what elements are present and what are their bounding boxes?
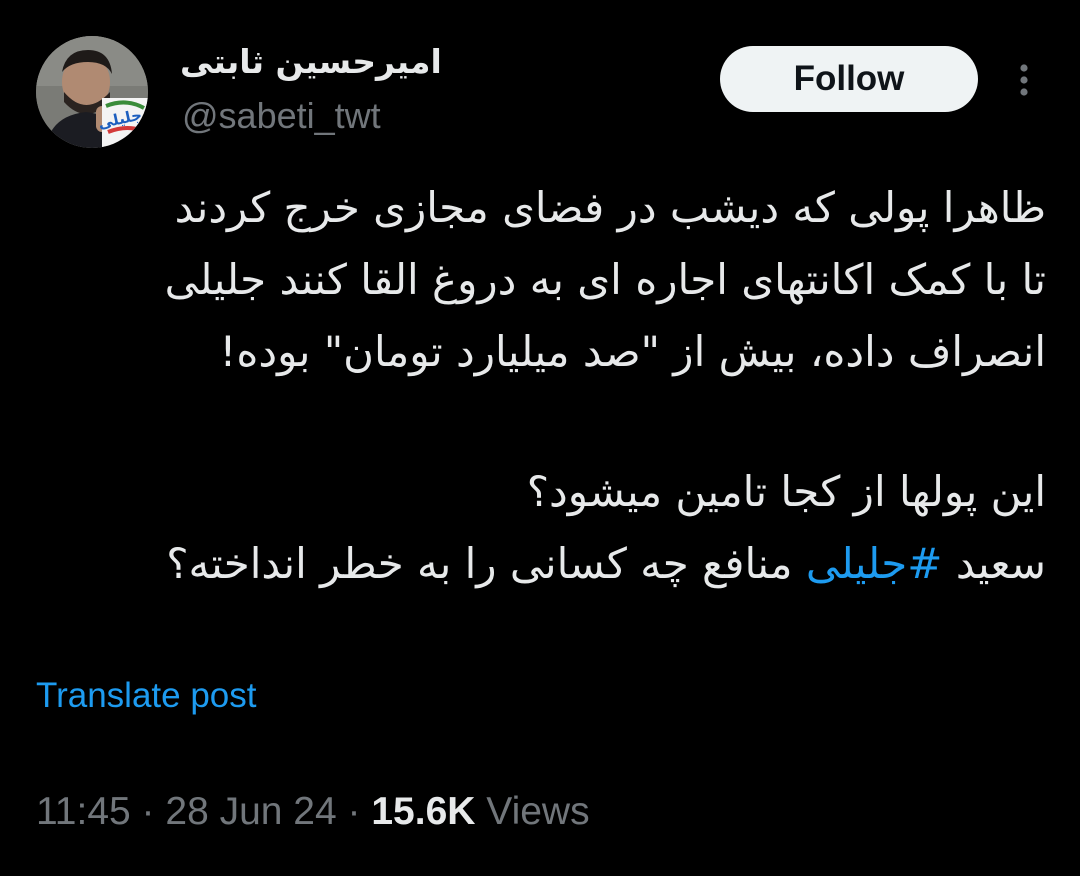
more-vertical-icon xyxy=(1020,64,1028,96)
views-count[interactable]: 15.6K xyxy=(371,790,475,833)
tweet-date[interactable]: 28 Jun 24 xyxy=(165,790,336,833)
more-options-button[interactable] xyxy=(1004,56,1044,104)
author-display-name[interactable]: امیرحسین ثابتی xyxy=(180,40,480,84)
tweet-line: انصراف داده، بیش از "صد میلیارد تومان" ب… xyxy=(219,327,1046,376)
tweet-time[interactable]: 11:45 xyxy=(36,790,131,833)
meta-separator: · xyxy=(336,790,372,833)
tweet-line: ظاهرا پولی که دیشب در فضای مجازی خرج کرد… xyxy=(174,183,1046,232)
views-label: Views xyxy=(475,790,590,833)
tweet-text-segment: سعید xyxy=(942,539,1046,588)
tweet-line-with-hashtag: سعید #جلیلی منافع چه کسانی را به خطر اند… xyxy=(30,528,1046,600)
author-handle[interactable]: @sabeti_twt xyxy=(182,94,381,138)
tweet-header: جلیلی امیرحسین ثابتی @sabeti_twt Follow xyxy=(0,0,1080,160)
meta-separator: · xyxy=(130,790,166,833)
tweet-line: تا با کمک اکانتهای اجاره ای به دروغ القا… xyxy=(164,255,1046,304)
tweet-text-segment: منافع چه کسانی را به خطر انداخته؟ xyxy=(166,539,806,588)
follow-button[interactable]: Follow xyxy=(720,46,978,112)
avatar[interactable]: جلیلی xyxy=(36,36,148,148)
tweet-text: ظاهرا پولی که دیشب در فضای مجازی خرج کرد… xyxy=(30,172,1046,600)
tweet-line: این پولها از کجا تامین میشود؟ xyxy=(526,467,1046,516)
avatar-photo xyxy=(36,36,148,148)
hashtag-link[interactable]: #جلیلی xyxy=(806,539,943,588)
tweet-meta: 11:45 · 28 Jun 24 · 15.6K Views xyxy=(36,786,590,838)
translate-post-link[interactable]: Translate post xyxy=(36,674,256,718)
